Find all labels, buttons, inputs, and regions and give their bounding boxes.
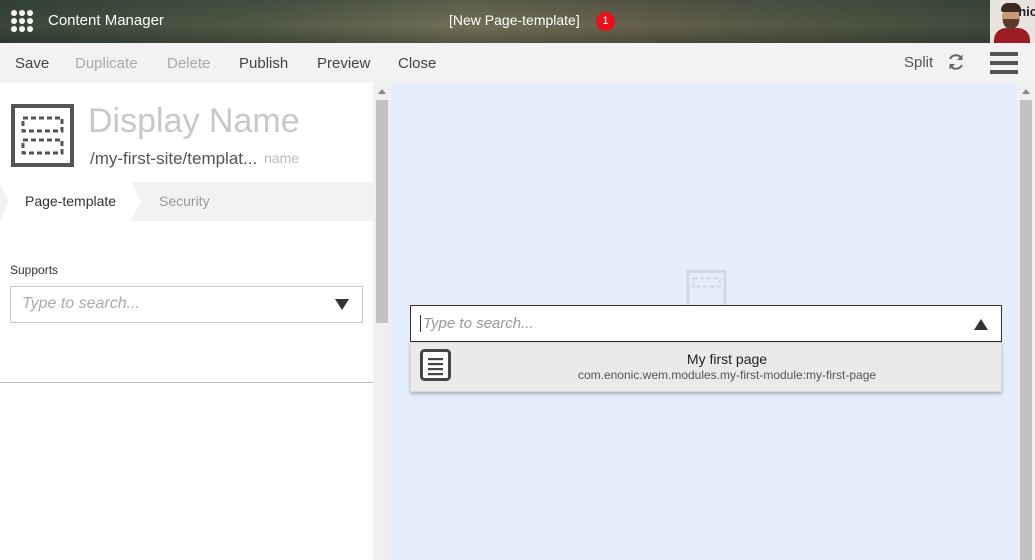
page-template-icon xyxy=(11,104,74,167)
display-name-input[interactable]: Display Name xyxy=(88,102,300,141)
app-launcher-icon[interactable] xyxy=(11,10,33,32)
publish-button[interactable]: Publish xyxy=(239,55,288,72)
left-scrollbar[interactable] xyxy=(373,83,391,560)
wizard-tabs: Page-template Security xyxy=(0,182,373,221)
save-button[interactable]: Save xyxy=(15,55,49,72)
right-scrollbar[interactable] xyxy=(1017,83,1035,560)
tab-page-template[interactable]: Page-template xyxy=(25,193,116,209)
wizard-form-panel: Display Name /my-first-site/templat... n… xyxy=(0,83,373,560)
controller-selector[interactable]: Type to search... xyxy=(410,305,1002,342)
text-caret xyxy=(420,315,421,332)
scroll-up-arrow-icon[interactable] xyxy=(378,89,386,94)
avatar[interactable]: nic xyxy=(990,0,1035,43)
duplicate-button[interactable]: Duplicate xyxy=(75,55,138,72)
controller-search-input[interactable]: Type to search... xyxy=(423,315,534,332)
notification-badge[interactable]: 1 xyxy=(596,12,615,31)
list-item[interactable]: My first page com.enonic.wem.modules.my-… xyxy=(411,343,1001,391)
supports-search-input[interactable]: Type to search... xyxy=(22,295,140,313)
supports-combobox[interactable]: Type to search... xyxy=(10,286,363,323)
scroll-up-arrow-icon[interactable] xyxy=(1022,89,1030,94)
tab-security[interactable]: Security xyxy=(159,193,210,209)
action-toolbar: Save Duplicate Delete Publish Preview Cl… xyxy=(0,43,1035,83)
document-tab-title[interactable]: [New Page-template] xyxy=(449,12,580,28)
menu-icon[interactable] xyxy=(990,52,1018,74)
option-title: My first page xyxy=(686,351,768,367)
avatar-logo-text: nic xyxy=(1018,4,1035,19)
app-title: Content Manager xyxy=(48,12,164,29)
chevron-down-icon[interactable] xyxy=(335,299,349,310)
name-input[interactable]: name xyxy=(264,150,299,166)
top-bar: Content Manager [New Page-template] 1 ni… xyxy=(0,0,1035,43)
page-placeholder-icon xyxy=(686,270,727,310)
delete-button[interactable]: Delete xyxy=(167,55,210,72)
supports-label: Supports xyxy=(10,263,59,277)
refresh-icon[interactable] xyxy=(946,52,966,72)
chevron-up-icon[interactable] xyxy=(974,319,988,330)
content-path: /my-first-site/templat... xyxy=(90,149,258,168)
scrollbar-thumb[interactable] xyxy=(1020,100,1032,560)
preview-button[interactable]: Preview xyxy=(317,55,370,72)
split-toggle[interactable]: Split xyxy=(904,54,933,71)
controller-dropdown-list: My first page com.enonic.wem.modules.my-… xyxy=(410,342,1002,392)
scrollbar-thumb[interactable] xyxy=(376,100,388,323)
close-button[interactable]: Close xyxy=(398,55,436,72)
divider xyxy=(0,382,373,383)
option-subtitle: com.enonic.wem.modules.my-first-module:m… xyxy=(577,368,877,382)
